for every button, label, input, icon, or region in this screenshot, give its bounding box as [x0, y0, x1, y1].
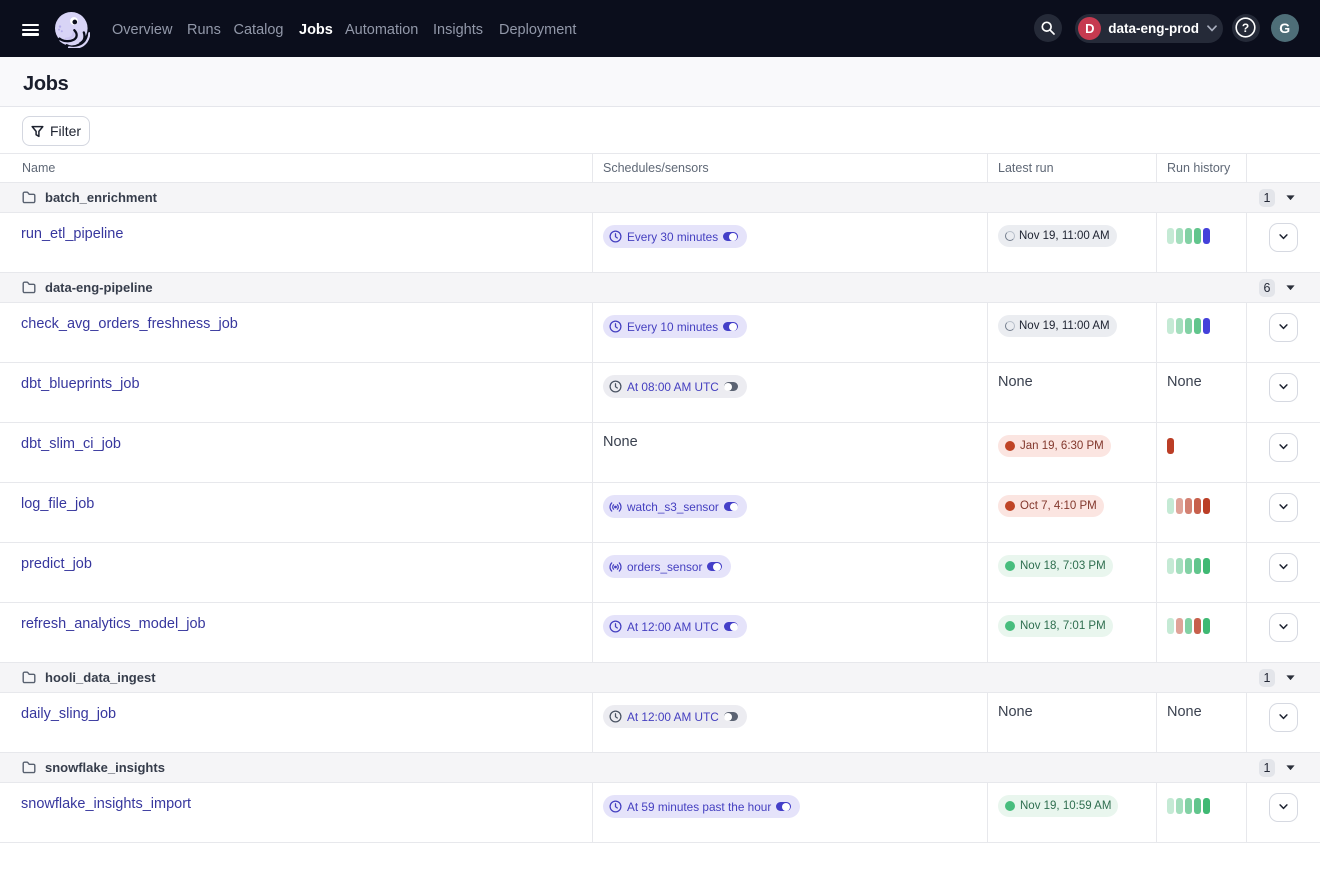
- svg-text:?: ?: [1242, 21, 1249, 35]
